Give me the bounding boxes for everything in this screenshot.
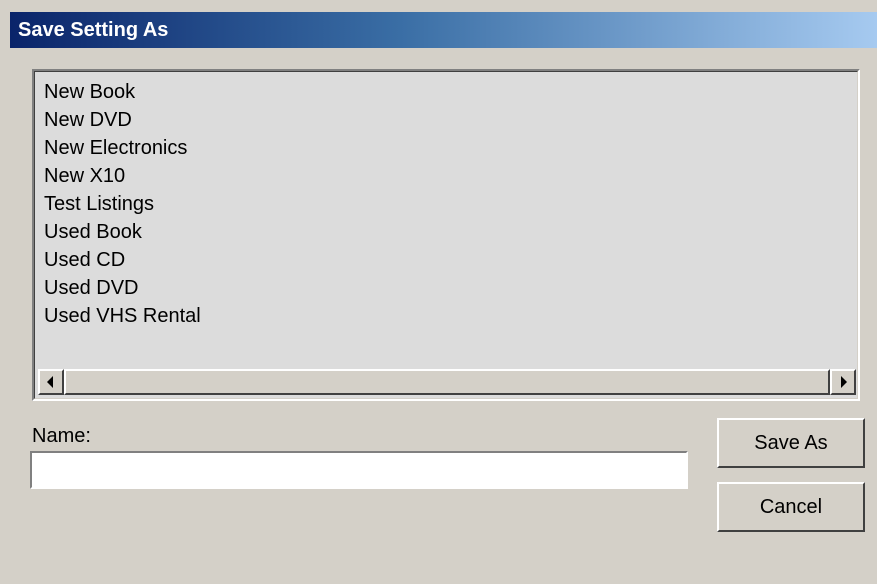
settings-list: New Book New DVD New Electronics New X10… bbox=[44, 78, 201, 330]
title-bar[interactable]: Save Setting As bbox=[10, 12, 877, 48]
scroll-left-arrow-icon bbox=[47, 376, 53, 388]
scroll-right-arrow-icon bbox=[841, 376, 847, 388]
scrollbar-thumb[interactable] bbox=[64, 369, 830, 395]
list-item[interactable]: Test Listings bbox=[44, 190, 201, 218]
name-label: Name: bbox=[32, 425, 91, 447]
list-item[interactable]: New DVD bbox=[44, 106, 201, 134]
list-item[interactable]: Used CD bbox=[44, 246, 201, 274]
cancel-button[interactable]: Cancel bbox=[717, 482, 865, 532]
window-title: Save Setting As bbox=[18, 19, 169, 41]
horizontal-scrollbar[interactable] bbox=[38, 369, 856, 395]
list-item[interactable]: New X10 bbox=[44, 162, 201, 190]
scroll-left-button[interactable] bbox=[38, 369, 64, 395]
list-item[interactable]: New Book bbox=[44, 78, 201, 106]
list-item[interactable]: Used Book bbox=[44, 218, 201, 246]
scroll-right-button[interactable] bbox=[830, 369, 856, 395]
list-item[interactable]: Used DVD bbox=[44, 274, 201, 302]
save-setting-dialog: Save Setting As New Book New DVD New Ele… bbox=[0, 0, 877, 584]
settings-listbox[interactable]: New Book New DVD New Electronics New X10… bbox=[32, 69, 860, 401]
name-input[interactable] bbox=[30, 451, 688, 489]
list-item[interactable]: Used VHS Rental bbox=[44, 302, 201, 330]
list-item[interactable]: New Electronics bbox=[44, 134, 201, 162]
save-as-button[interactable]: Save As bbox=[717, 418, 865, 468]
listbox-inner: New Book New DVD New Electronics New X10… bbox=[34, 71, 858, 399]
